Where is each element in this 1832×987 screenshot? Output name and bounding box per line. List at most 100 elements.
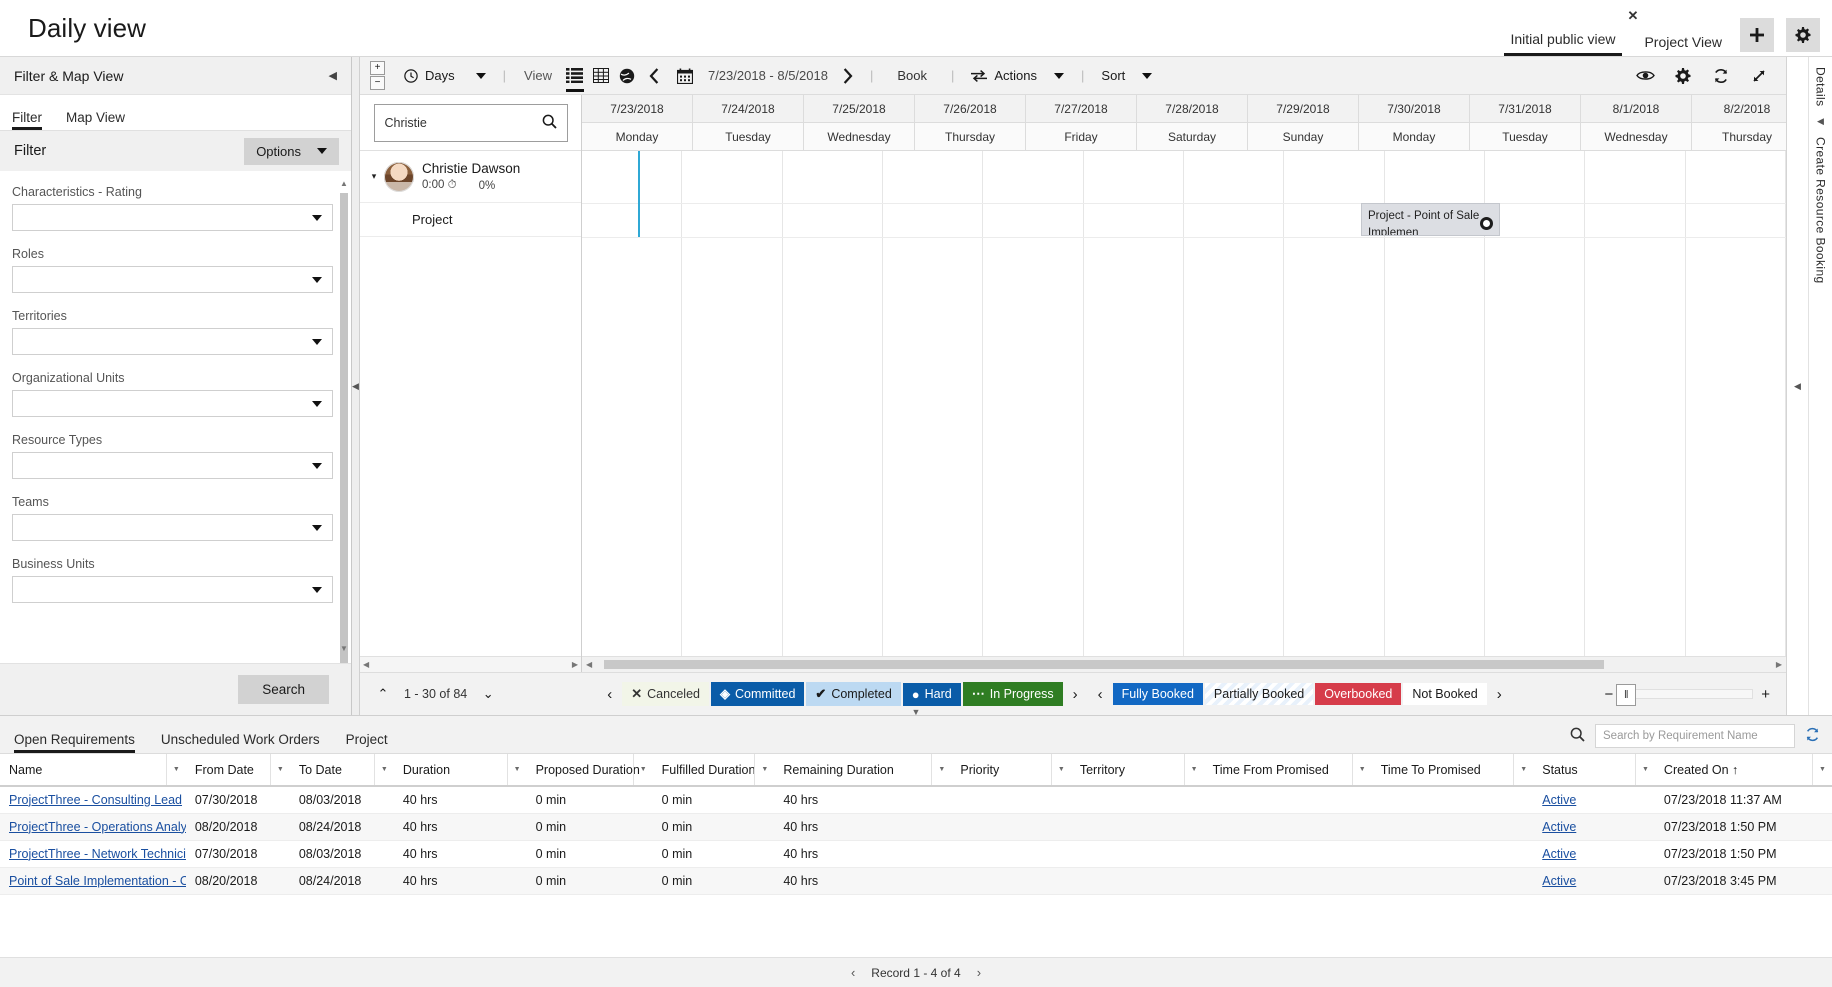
right-rail-collapse[interactable]: ◀ [1787,57,1809,715]
scroll-right-icon[interactable]: ▶ [572,660,578,669]
capacity-next-button[interactable]: › [1487,686,1512,703]
teams-select[interactable] [12,514,333,541]
column-filter-icon[interactable]: ▼ [374,754,394,785]
characteristics-rating-select[interactable] [12,204,333,231]
column-header-created-on[interactable]: Created On ↑▼ [1655,754,1832,786]
days-dropdown[interactable]: Days [395,57,495,95]
refresh-icon[interactable] [1805,727,1820,745]
refresh-icon[interactable] [1704,57,1738,95]
tab-filter[interactable]: Filter [12,110,42,130]
add-view-button[interactable] [1740,18,1774,52]
legend-committed[interactable]: ◈Committed [711,682,804,706]
page-up-icon[interactable]: ⌃ [370,686,396,702]
schedule-grid-canvas[interactable]: Project - Point of Sale Implemen Duratio… [582,151,1786,656]
tab-initial-public-view[interactable]: Initial public view [1504,16,1621,56]
legend-next-button[interactable]: › [1063,686,1088,703]
table-row[interactable]: Point of Sale Implementation - O...08/20… [0,867,1832,894]
zoom-slider-thumb[interactable]: ‖ [1616,684,1636,706]
search-icon[interactable] [1570,727,1585,745]
column-header-from-date[interactable]: From Date▼ [186,754,290,786]
column-filter-icon[interactable]: ▼ [1513,754,1533,785]
status-link[interactable]: Active [1542,874,1576,888]
column-header-remaining-duration[interactable]: Remaining Duration▼ [774,754,951,786]
tab-project-view[interactable]: Project View [1638,16,1728,56]
column-header-time-from-promised[interactable]: Time From Promised▼ [1204,754,1372,786]
column-header-duration[interactable]: Duration▼ [394,754,527,786]
schedule-day-cell[interactable] [783,151,883,656]
column-filter-icon[interactable]: ▼ [1352,754,1372,785]
expand-icon[interactable] [1742,57,1776,95]
column-header-to-date[interactable]: To Date▼ [290,754,394,786]
horizontal-splitter-handle[interactable]: ▼ [912,707,921,717]
legend-hard[interactable]: ●Hard [903,683,961,706]
previous-period-button[interactable] [640,57,668,95]
requirement-link[interactable]: ProjectThree - Operations Analyst [9,820,186,834]
status-link[interactable]: Active [1542,793,1576,807]
column-filter-icon[interactable]: ▼ [507,754,527,785]
resource-hscrollbar[interactable]: ◀ ▶ [360,656,581,672]
tab-open-requirements[interactable]: Open Requirements [14,732,135,753]
calendar-picker-button[interactable] [668,57,702,95]
search-icon[interactable] [542,114,557,132]
close-icon[interactable]: ✕ [1628,8,1639,24]
scrollbar-thumb[interactable] [604,660,1604,669]
legend-completed[interactable]: ✔Completed [806,682,900,706]
sort-dropdown[interactable]: Sort [1092,57,1161,95]
schedule-day-cell[interactable] [1686,151,1786,656]
status-link[interactable]: Active [1542,847,1576,861]
column-header-priority[interactable]: Priority▼ [951,754,1070,786]
table-row[interactable]: ProjectThree - Consulting Lead07/30/2018… [0,786,1832,813]
tab-project[interactable]: Project [346,732,388,753]
resource-types-select[interactable] [12,452,333,479]
increase-row-height-button[interactable]: + [370,61,385,75]
search-button[interactable]: Search [238,675,329,704]
requirement-link[interactable]: ProjectThree - Consulting Lead [9,793,182,807]
schedule-day-cell[interactable] [682,151,782,656]
scroll-left-icon[interactable]: ◀ [363,660,369,669]
table-row[interactable]: ProjectThree - Operations Analyst08/20/2… [0,813,1832,840]
options-button[interactable]: Options [244,138,339,165]
zoom-in-button[interactable]: + [1761,686,1770,703]
legend-prev-button[interactable]: ‹ [597,686,622,703]
column-header-territory[interactable]: Territory▼ [1071,754,1204,786]
actions-dropdown[interactable]: Actions [962,57,1073,95]
requirement-search-input[interactable]: Search by Requirement Name [1595,724,1795,748]
roles-select[interactable] [12,266,333,293]
column-header-time-to-promised[interactable]: Time To Promised▼ [1372,754,1534,786]
gear-icon[interactable] [1666,57,1700,95]
left-splitter[interactable]: ◀ [352,57,360,715]
grid-view-icon[interactable] [588,57,614,95]
next-period-button[interactable] [834,57,862,95]
book-button[interactable]: Book [881,68,943,83]
legend-overbooked[interactable]: Overbooked [1315,683,1401,705]
column-header-status[interactable]: Status▼ [1533,754,1655,786]
status-link[interactable]: Active [1542,820,1576,834]
schedule-day-cell[interactable] [1485,151,1585,656]
schedule-day-cell[interactable] [883,151,983,656]
pager-prev-icon[interactable]: ‹ [851,965,855,980]
schedule-day-cell[interactable] [983,151,1083,656]
legend-partially-booked[interactable]: Partially Booked [1205,683,1313,705]
scrollbar-thumb[interactable] [340,193,348,663]
organizational-units-select[interactable] [12,390,333,417]
eye-icon[interactable] [1628,57,1662,95]
legend-in-progress[interactable]: ⋯In Progress [963,682,1063,706]
business-units-select[interactable] [12,576,333,603]
column-header-fulfilled-duration[interactable]: Fulfilled Duration▼ [653,754,775,786]
collapse-left-icon[interactable]: ◀ [329,69,337,82]
column-filter-icon[interactable]: ▼ [931,754,951,785]
column-filter-icon[interactable]: ▼ [1635,754,1655,785]
create-resource-booking-label[interactable]: Create Resource Booking [1814,137,1828,284]
page-down-icon[interactable]: ⌄ [475,686,501,702]
resource-search-input[interactable]: Christie [374,104,568,142]
column-filter-icon[interactable]: ▼ [633,754,653,785]
column-filter-icon[interactable]: ▼ [1051,754,1071,785]
column-filter-icon[interactable]: ▼ [166,754,186,785]
collapse-details-icon[interactable]: ◀ [1817,116,1824,127]
pager-next-icon[interactable]: › [977,965,981,980]
scroll-left-icon[interactable]: ◀ [586,660,592,669]
territories-select[interactable] [12,328,333,355]
schedule-day-cell[interactable] [582,151,682,656]
column-filter-icon[interactable]: ▼ [754,754,774,785]
column-header-proposed-duration[interactable]: Proposed Duration▼ [527,754,653,786]
